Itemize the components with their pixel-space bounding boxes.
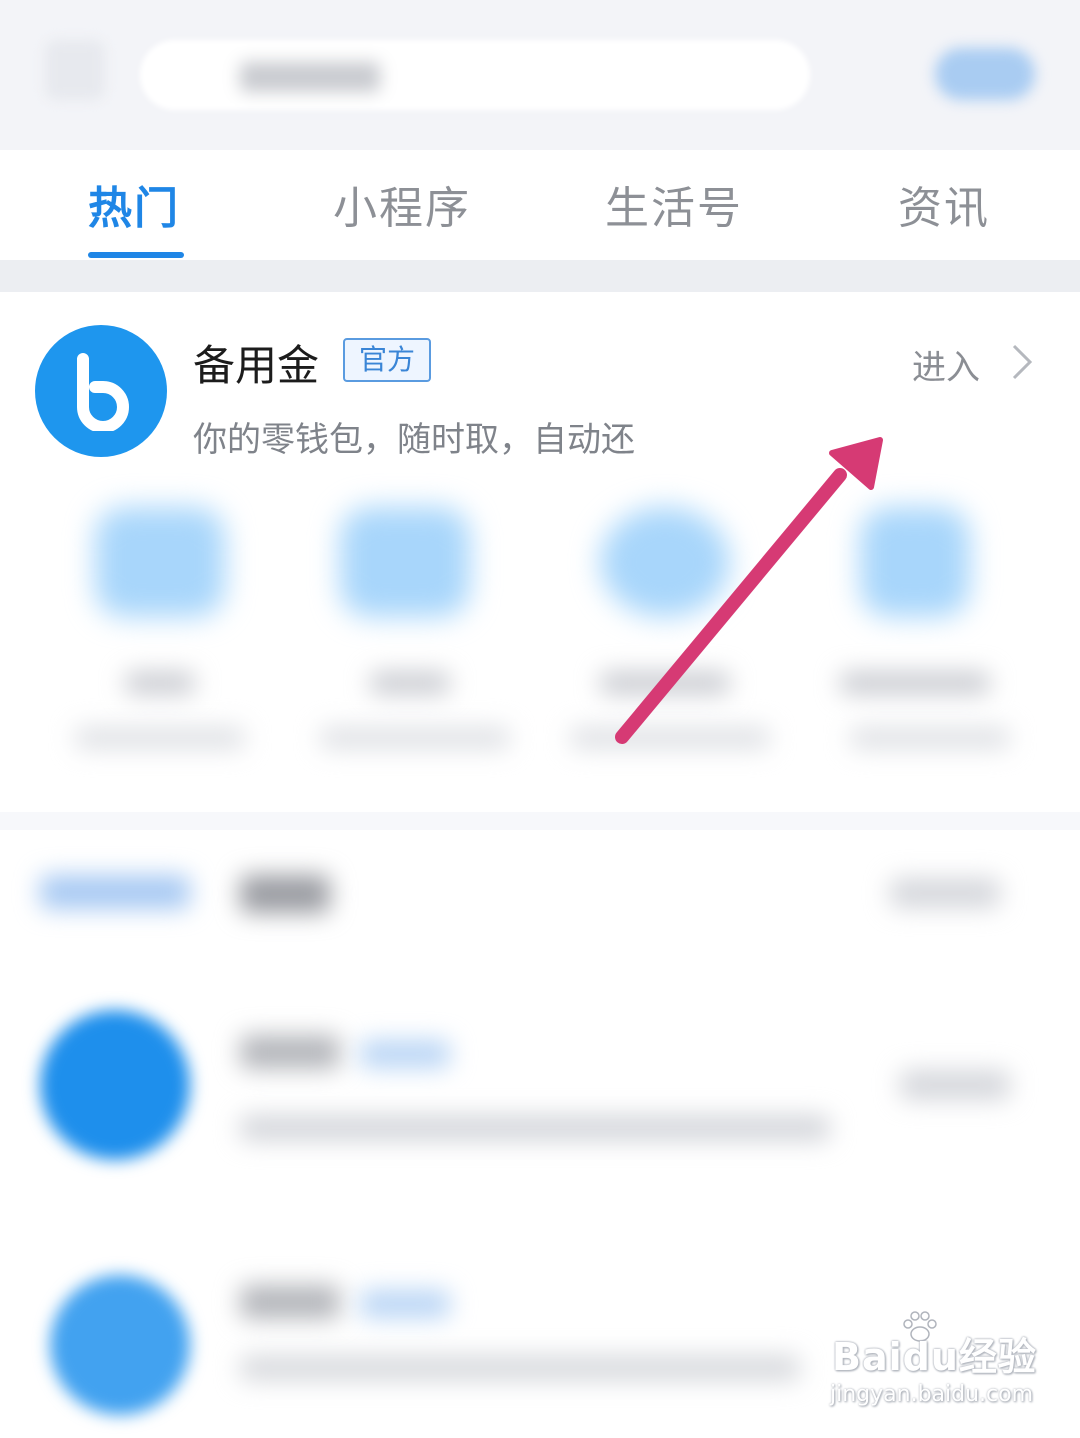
app-name: 备用金 [193, 341, 320, 390]
result-logo-icon [40, 1010, 190, 1160]
tab-bar: 热门 小程序 生活号 资讯 [0, 150, 1080, 260]
service-shortcut-label [370, 672, 450, 694]
result-name [240, 1035, 340, 1069]
service-shortcut-caption [850, 727, 1010, 749]
service-shortcut-label [125, 672, 195, 694]
official-badge: 官方 [343, 338, 432, 382]
app-logo-icon [35, 325, 167, 457]
result-description [240, 1115, 830, 1141]
enter-link[interactable]: 进入 [912, 340, 980, 389]
service-shortcut-caption [570, 727, 770, 749]
back-icon[interactable] [45, 40, 105, 100]
tab-hot[interactable]: 热门 [88, 172, 180, 236]
result-logo-icon [50, 1275, 190, 1415]
watermark-brand: Baidu经验 [832, 1335, 1037, 1379]
service-shortcut-icon[interactable] [95, 507, 225, 617]
search-button[interactable] [935, 48, 1035, 100]
result-badge [360, 1040, 450, 1068]
top-bar [0, 0, 1080, 150]
tab-life-accounts[interactable]: 生活号 [605, 172, 743, 236]
tab-news[interactable]: 资讯 [898, 172, 990, 236]
result-badge [360, 1290, 450, 1318]
search-query-blurred [240, 62, 380, 92]
chevron-right-icon[interactable] [1006, 342, 1036, 382]
service-shortcut-caption [75, 727, 245, 749]
result-name [240, 1285, 340, 1319]
watermark-url: jingyan.baidu.com [830, 1382, 1034, 1407]
section-tag [40, 875, 190, 909]
service-shortcut-icon[interactable] [860, 507, 970, 617]
tab-mini-programs[interactable]: 小程序 [333, 172, 471, 236]
search-input[interactable] [140, 40, 810, 110]
service-shortcut-label [600, 672, 730, 694]
result-card[interactable]: 备用金 官方 进入 你的零钱包，随时取，自动还 [0, 292, 1080, 812]
service-shortcut-icon[interactable] [600, 507, 730, 617]
watermark: Baidu经验 jingyan.baidu.com [828, 1311, 1058, 1418]
section-more-link[interactable] [890, 878, 1000, 908]
app-description: 你的零钱包，随时取，自动还 [193, 420, 635, 460]
service-shortcut-caption [320, 727, 510, 749]
active-tab-indicator [88, 252, 184, 258]
result-description [240, 1355, 800, 1381]
section-title [240, 875, 330, 913]
service-shortcut-icon[interactable] [340, 507, 470, 617]
service-shortcut-label [840, 672, 990, 694]
result-enter-link[interactable] [900, 1070, 1010, 1100]
section-divider [0, 260, 1080, 292]
letter-b-icon [77, 353, 129, 431]
